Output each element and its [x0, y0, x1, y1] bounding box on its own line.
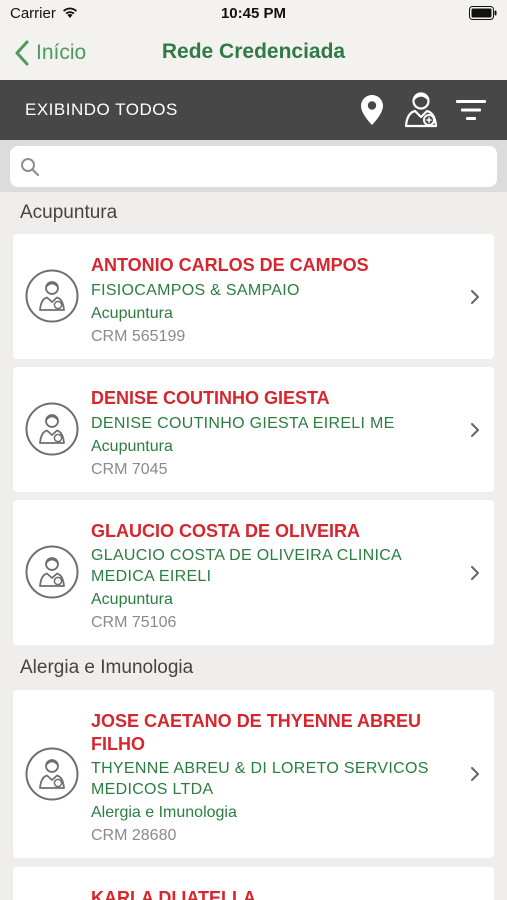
provider-card[interactable]: DENISE COUTINHO GIESTA DENISE COUTINHO G…	[13, 367, 494, 492]
provider-company: DENISE COUTINHO GIESTA EIRELI ME	[91, 415, 395, 432]
provider-specialty: Alergia e Imunologia	[91, 804, 237, 821]
search-bar	[0, 140, 507, 192]
section-title: Acupuntura	[20, 202, 118, 223]
section-header: Acupuntura	[0, 194, 507, 230]
provider-card[interactable]: GLAUCIO COSTA DE OLIVEIRA GLAUCIO COSTA …	[13, 500, 494, 645]
provider-name: ANTONIO CARLOS DE CAMPOS	[91, 255, 369, 275]
provider-specialty: Acupuntura	[91, 438, 173, 455]
provider-crm: CRM 565199	[91, 328, 186, 345]
chevron-right-icon	[471, 767, 479, 781]
map-button[interactable]	[356, 90, 388, 130]
provider-name: DENISE COUTINHO GIESTA	[91, 388, 330, 408]
provider-company: GLAUCIO COSTA DE OLIVEIRA CLINICA MEDICA…	[91, 547, 402, 585]
clock: 10:45 PM	[220, 5, 287, 22]
provider-card[interactable]: ANTONIO CARLOS DE CAMPOS FISIOCAMPOS & S…	[13, 234, 494, 359]
provider-specialty: Acupuntura	[91, 591, 173, 608]
provider-crm: CRM 7045	[91, 461, 168, 478]
provider-company: THYENNE ABREU & DI LORETO SERVICOS MEDIC…	[91, 760, 429, 798]
doctor-avatar-icon	[25, 402, 79, 456]
chevron-right-icon	[471, 423, 479, 437]
doctor-avatar-icon	[25, 545, 79, 599]
filter-lines-icon	[456, 100, 486, 120]
filter-toolbar: EXIBINDO TODOS	[0, 80, 507, 140]
page-title: Rede Credenciada	[161, 40, 346, 63]
provider-specialty: Acupuntura	[91, 305, 173, 322]
provider-name: KARLA DI IATELLA	[91, 888, 256, 900]
search-box	[10, 146, 497, 187]
doctor-filter-button[interactable]	[400, 90, 444, 130]
doctor-icon	[404, 92, 438, 128]
provider-crm: CRM 28680	[91, 827, 177, 844]
search-input[interactable]	[50, 146, 490, 187]
search-icon	[21, 158, 40, 177]
chevron-right-icon	[471, 566, 479, 580]
section-header: Alergia e Imunologia	[0, 649, 507, 685]
provider-card[interactable]: KARLA DI IATELLA	[13, 867, 494, 900]
chevron-right-icon	[471, 290, 479, 304]
provider-card[interactable]: JOSE CAETANO DE THYENNE ABREU FILHO THYE…	[13, 690, 494, 858]
section-title: Alergia e Imunologia	[20, 657, 194, 678]
doctor-avatar-icon	[25, 747, 79, 801]
doctor-avatar-icon	[25, 269, 79, 323]
provider-name: JOSE CAETANO DE THYENNE ABREU FILHO	[91, 711, 422, 754]
provider-company: FISIOCAMPOS & SAMPAIO	[91, 282, 300, 299]
navigation-bar: Início Rede Credenciada	[0, 26, 507, 80]
provider-crm: CRM 75106	[91, 614, 177, 631]
status-bar: Carrier 10:45 PM	[0, 0, 507, 26]
map-pin-icon	[361, 95, 383, 125]
battery-icon	[469, 6, 497, 20]
filter-status-label: EXIBINDO TODOS	[25, 100, 178, 119]
filter-button[interactable]	[454, 90, 488, 130]
provider-name: GLAUCIO COSTA DE OLIVEIRA	[91, 521, 361, 541]
